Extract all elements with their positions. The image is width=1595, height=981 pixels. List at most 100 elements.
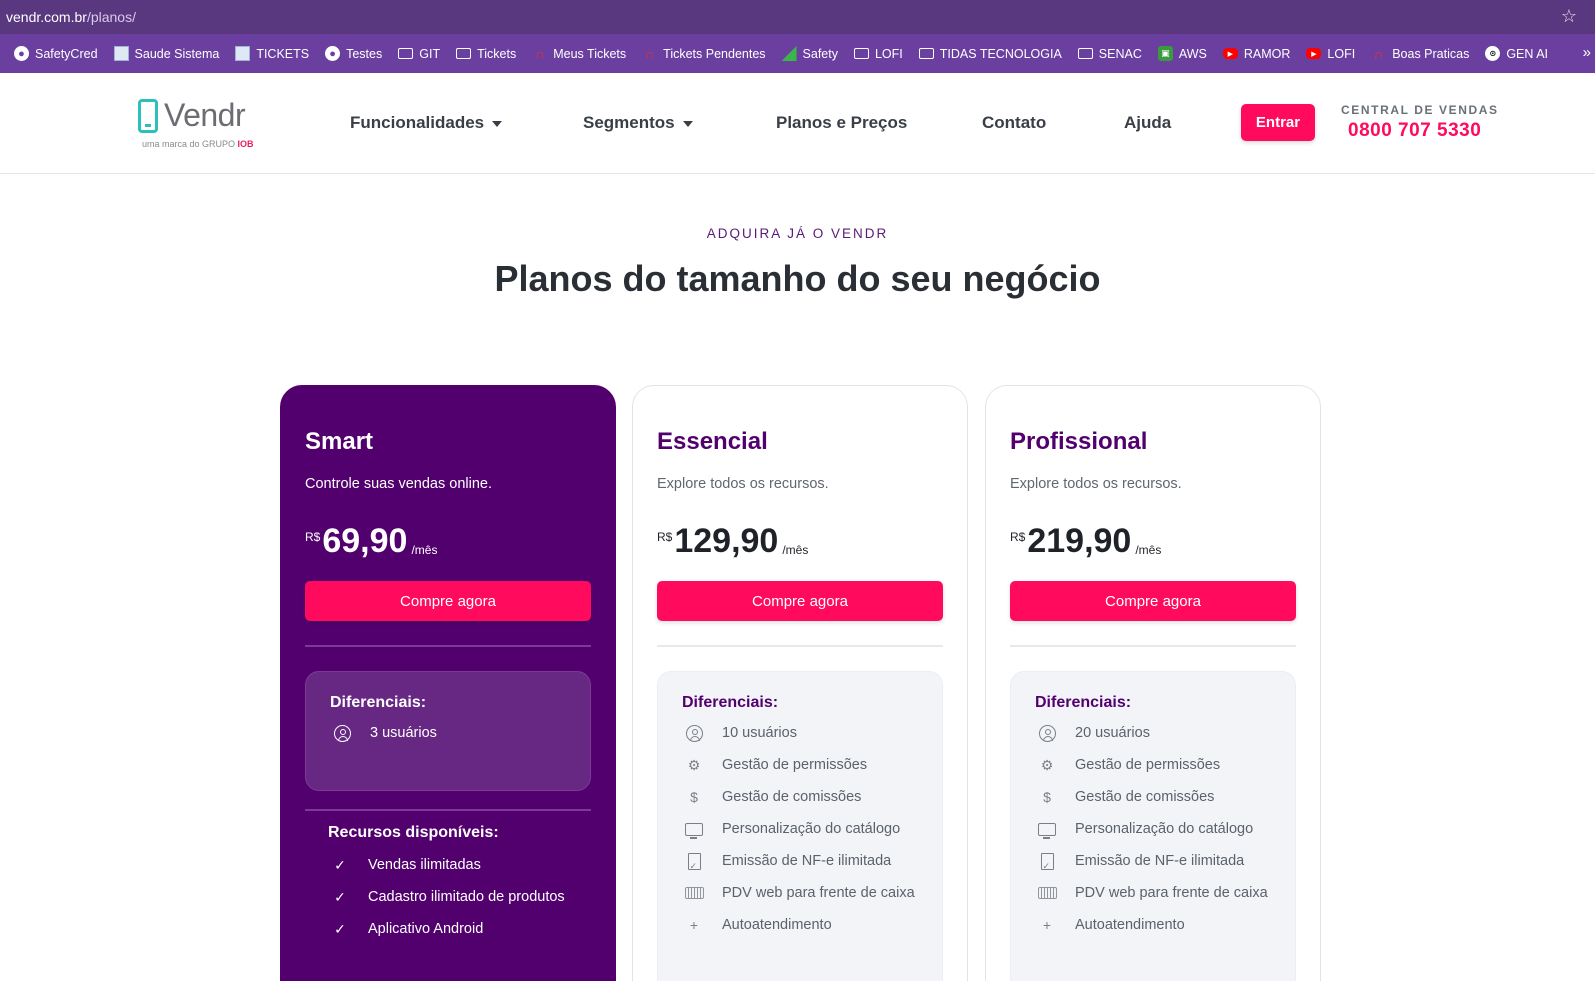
gear-icon: ⚙ xyxy=(1040,757,1054,773)
phone-logo-icon xyxy=(138,99,158,133)
feature-item: + Autoatendimento xyxy=(682,914,918,936)
bookmark-item[interactable]: Saude Sistema xyxy=(113,46,219,61)
bookmark-folder[interactable]: TIDAS TECNOLOGIA xyxy=(918,47,1062,61)
vendr-logo[interactable]: Vendr uma marca do GRUPO IOB xyxy=(138,97,262,153)
folder-icon xyxy=(398,48,414,59)
bookmark-item[interactable]: ▣ AWS xyxy=(1157,46,1207,61)
plan-description: Explore todos os recursos. xyxy=(657,476,829,492)
page-title: Planos do tamanho do seu negócio xyxy=(494,258,1101,299)
folder-icon xyxy=(1077,48,1093,59)
differentials-box: Diferenciais: 10 usuários ⚙ Gestão de per… xyxy=(657,671,943,981)
plan-price: R$ 129,90/mês xyxy=(657,522,809,560)
plan-description: Controle suas vendas online. xyxy=(305,476,493,492)
chevron-down-icon xyxy=(492,120,503,127)
divider xyxy=(305,809,591,811)
bookmark-folder[interactable]: GIT xyxy=(398,47,440,61)
headset-icon: ∩ xyxy=(534,45,545,62)
plan-price: R$ 219,90/mês xyxy=(1010,522,1162,560)
keyboard-icon xyxy=(1035,882,1059,904)
dollar-icon: $ xyxy=(1043,789,1051,805)
monitor-icon xyxy=(1035,818,1059,840)
eyebrow-text: ADQUIRA JÁ O VENDR xyxy=(706,226,889,241)
divider xyxy=(1010,645,1296,647)
plan-price: R$ 69,90/mês xyxy=(305,522,438,560)
folder-icon xyxy=(456,48,472,59)
bookmark-item[interactable]: ∩ Meus Tickets xyxy=(532,45,626,62)
divider xyxy=(657,645,943,647)
bookmark-item[interactable]: TICKETS xyxy=(235,46,309,61)
nav-contato[interactable]: Contato xyxy=(982,113,1046,133)
bookmark-item[interactable]: Safety xyxy=(781,46,838,61)
browser-address-bar[interactable]: vendr.com.br/planos/ ☆ xyxy=(0,0,1595,34)
nav-planos[interactable]: Planos e Preços xyxy=(776,113,907,133)
check-icon: ✓ xyxy=(334,889,346,905)
differentials-box: Diferenciais: 3 usuários xyxy=(305,671,591,791)
resources-list: Recursos disponíveis: ✓ Vendas ilimitadas… xyxy=(328,824,588,950)
keyboard-icon xyxy=(682,882,706,904)
url-host: vendr.com.br xyxy=(6,9,87,25)
folder-icon xyxy=(853,48,869,59)
feature-item: 20 usuários xyxy=(1035,722,1271,744)
gear-icon: ⚙ xyxy=(687,757,701,773)
headset-icon: ∩ xyxy=(644,45,655,62)
feature-item: Personalização do catálogo xyxy=(1035,818,1271,840)
document-icon xyxy=(682,850,706,877)
bookmark-folder[interactable]: LOFI xyxy=(853,47,903,61)
globe-icon: ● xyxy=(325,46,341,61)
bookmark-folder[interactable]: SENAC xyxy=(1077,47,1142,61)
headset-icon: ∩ xyxy=(1373,45,1384,62)
nav-funcionalidades[interactable]: Funcionalidades xyxy=(350,113,503,133)
sales-phone-link[interactable]: 0800 707 5330 xyxy=(1348,120,1481,142)
bookmarks-bar: ● SafetyCred Saude Sistema TICKETS ● Teste… xyxy=(0,34,1595,73)
buy-button[interactable]: Compre agora xyxy=(657,581,943,621)
divider xyxy=(305,645,591,647)
feature-item: ✓ Vendas ilimitadas xyxy=(328,854,588,876)
chart-icon xyxy=(781,46,797,61)
youtube-icon: ▶ xyxy=(1222,48,1238,59)
differentials-box: Diferenciais: 20 usuários ⚙ Gestão de per… xyxy=(1010,671,1296,981)
monitor-icon xyxy=(682,818,706,840)
bookmark-star-icon[interactable]: ☆ xyxy=(1561,6,1577,27)
buy-button[interactable]: Compre agora xyxy=(1010,581,1296,621)
nav-ajuda[interactable]: Ajuda xyxy=(1124,113,1171,133)
openai-icon: ⊙ xyxy=(1485,46,1501,61)
feature-item: ⚙ Gestão de permissões xyxy=(682,754,918,776)
plan-name: Smart xyxy=(305,428,374,455)
feature-item: PDV web para frente de caixa xyxy=(1035,882,1271,904)
bookmark-item[interactable]: ∩ Tickets Pendentes xyxy=(642,45,766,62)
document-icon xyxy=(1035,850,1059,877)
plus-icon: + xyxy=(1042,917,1052,933)
plan-card-profissional: Profissional Explore todos os recursos. … xyxy=(985,385,1321,981)
bookmark-item[interactable]: ● SafetyCred xyxy=(14,46,98,61)
more-bookmarks-icon[interactable]: » xyxy=(1583,44,1591,61)
dollar-icon: $ xyxy=(690,789,698,805)
bookmark-item[interactable]: ∩ Boas Praticas xyxy=(1371,45,1470,62)
feature-item: PDV web para frente de caixa xyxy=(682,882,918,904)
folder-icon xyxy=(918,48,934,59)
plan-description: Explore todos os recursos. xyxy=(1010,476,1182,492)
page-icon xyxy=(235,46,251,61)
youtube-icon: ▶ xyxy=(1306,48,1322,59)
nav-segmentos[interactable]: Segmentos xyxy=(583,113,693,133)
check-icon: ✓ xyxy=(334,857,346,873)
bookmark-item[interactable]: ▶ LOFI xyxy=(1306,47,1355,61)
sales-center-label: CENTRAL DE VENDAS xyxy=(1341,103,1499,117)
feature-item: ⚙ Gestão de permissões xyxy=(1035,754,1271,776)
feature-item: + Autoatendimento xyxy=(1035,914,1271,936)
feature-item: Personalização do catálogo xyxy=(682,818,918,840)
plan-card-smart: Smart Controle suas vendas online. R$ 69,… xyxy=(280,385,616,981)
chevron-down-icon xyxy=(682,120,693,127)
bookmark-item[interactable]: ● Testes xyxy=(325,46,382,61)
login-button[interactable]: Entrar xyxy=(1241,104,1315,141)
page-icon xyxy=(113,46,129,61)
feature-item: ✓ Aplicativo Android xyxy=(328,918,588,940)
feature-item: ✓ Cadastro ilimitado de produtos xyxy=(328,886,588,908)
bookmark-item[interactable]: ▶ RAMOR xyxy=(1222,47,1290,61)
bookmark-item[interactable]: ⊙ GEN AI xyxy=(1485,46,1548,61)
bookmark-folder[interactable]: Tickets xyxy=(456,47,516,61)
user-icon xyxy=(330,722,354,744)
user-icon xyxy=(1035,722,1059,744)
feature-item: $ Gestão de comissões xyxy=(1035,786,1271,808)
buy-button[interactable]: Compre agora xyxy=(305,581,591,621)
globe-icon: ● xyxy=(14,46,29,61)
